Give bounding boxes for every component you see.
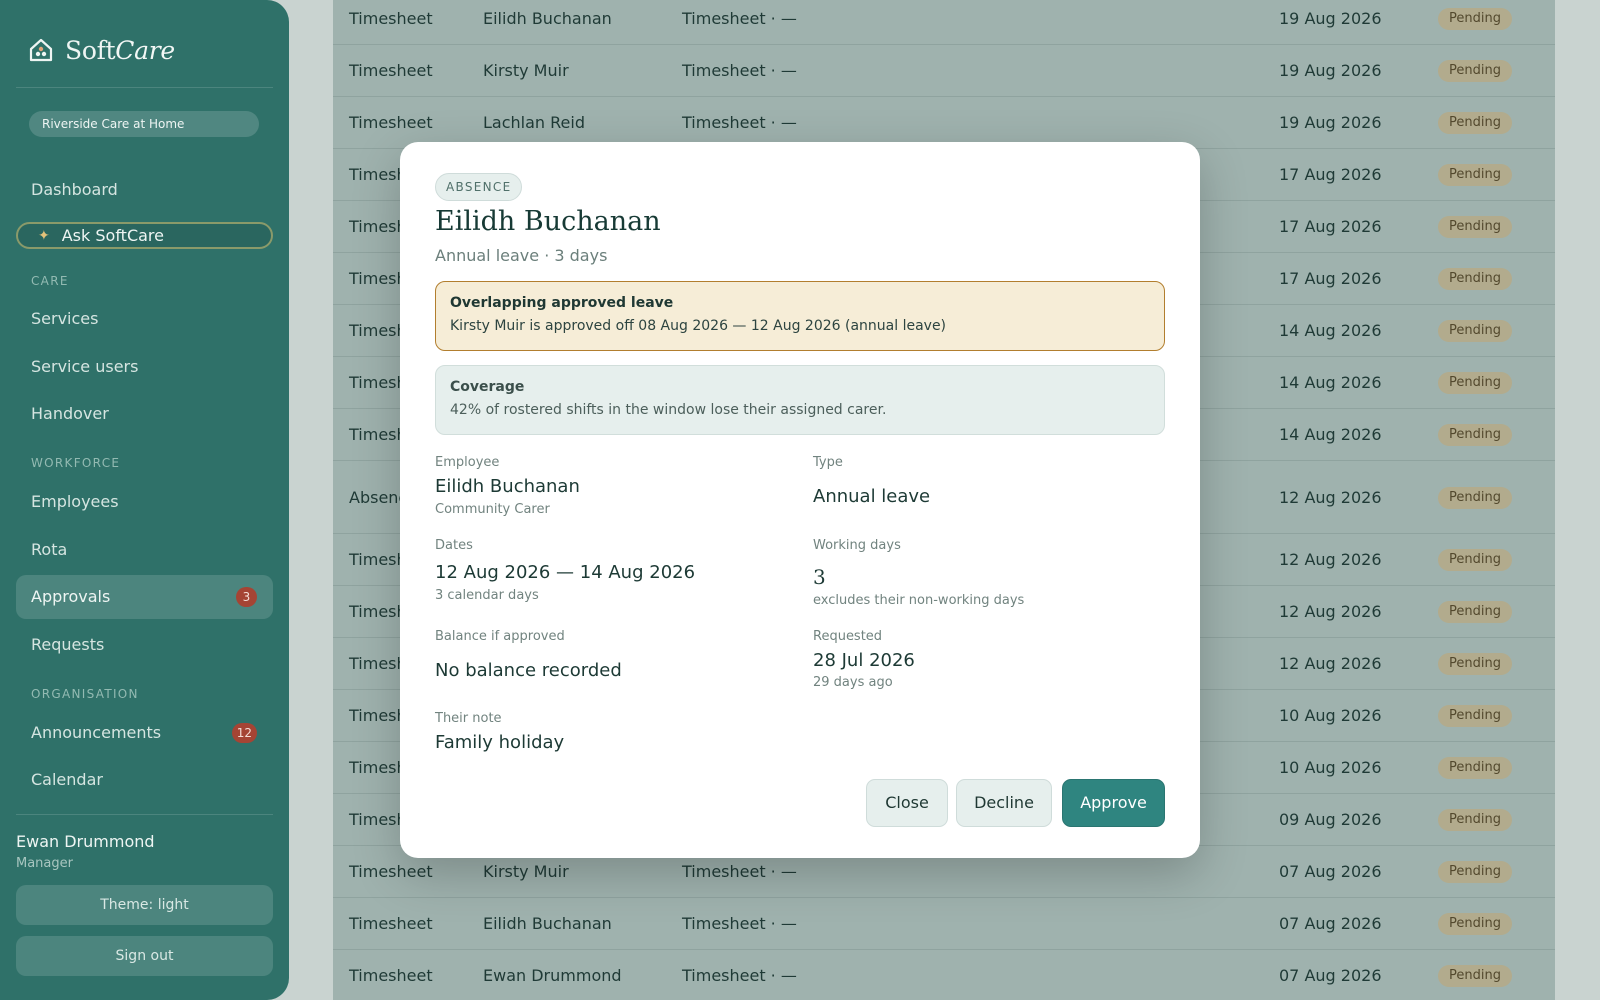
dates-label: Dates: [435, 538, 473, 553]
coverage-title: Coverage: [450, 379, 525, 395]
overlap-warning: Overlapping approved leave Kirsty Muir i…: [435, 281, 1165, 351]
employee-value: Eilidh Buchanan: [435, 476, 580, 497]
modal-overlay[interactable]: ABSENCE Eilidh Buchanan Annual leave · 3…: [0, 0, 1600, 1000]
note-value: Family holiday: [435, 732, 565, 753]
approve-button[interactable]: Approve: [1062, 779, 1165, 827]
dialog-subtitle: Annual leave · 3 days: [435, 246, 608, 265]
dates-hint: 3 calendar days: [435, 588, 539, 603]
type-value: Annual leave: [813, 486, 931, 507]
approval-dialog: ABSENCE Eilidh Buchanan Annual leave · 3…: [400, 142, 1200, 858]
close-button[interactable]: Close: [866, 779, 948, 827]
requested-hint: 29 days ago: [813, 675, 893, 690]
working-days-label: Working days: [813, 538, 901, 553]
overlap-warning-body: Kirsty Muir is approved off 08 Aug 2026 …: [450, 318, 947, 334]
requested-label: Requested: [813, 629, 883, 644]
coverage-body: 42% of rostered shifts in the window los…: [450, 402, 887, 418]
employee-label: Employee: [435, 455, 500, 470]
dates-value: 12 Aug 2026 — 14 Aug 2026: [435, 562, 696, 583]
requested-value: 28 Jul 2026: [813, 650, 915, 671]
employee-role: Community Carer: [435, 502, 550, 517]
balance-value: No balance recorded: [435, 660, 622, 681]
dialog-title: Eilidh Buchanan: [435, 206, 661, 237]
request-type-tag: ABSENCE: [435, 173, 523, 201]
type-label: Type: [813, 455, 843, 470]
decline-button[interactable]: Decline: [956, 779, 1052, 827]
balance-label: Balance if approved: [435, 629, 565, 644]
coverage-notice: Coverage 42% of rostered shifts in the w…: [435, 365, 1165, 435]
working-days-hint: excludes their non-working days: [813, 593, 1025, 608]
overlap-warning-title: Overlapping approved leave: [450, 295, 674, 311]
working-days-value: 3: [813, 565, 826, 589]
note-label: Their note: [435, 711, 502, 726]
